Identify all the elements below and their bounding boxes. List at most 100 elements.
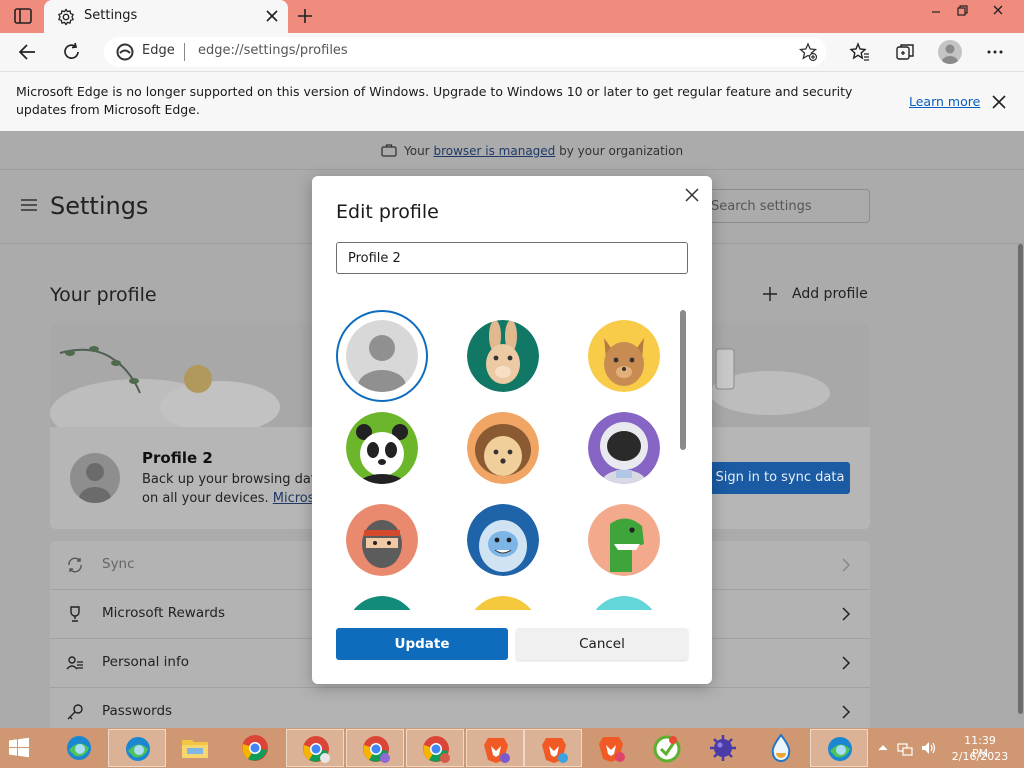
ninja-avatar[interactable] [346,504,418,576]
cat-icon [588,320,660,392]
chrome-icon [242,735,268,761]
favorites-icon[interactable] [849,41,871,63]
taskbar-chrome-profile-a[interactable] [286,729,344,767]
brave-lion-icon [599,737,625,762]
person-icon [79,463,111,503]
back-arrow-icon[interactable] [17,41,39,63]
window-close-icon[interactable] [984,2,1012,20]
dinosaur-icon [588,504,660,576]
chevron-right-icon [842,607,851,621]
add-favorite-icon[interactable] [798,42,818,62]
taskbar-edge-window[interactable] [810,729,868,767]
avatar-scrollbar[interactable] [680,310,686,450]
managed-text: Your browser is managed by your organiza… [404,144,683,158]
restore-icon[interactable] [948,2,976,20]
plus-icon[interactable] [296,7,314,25]
cat-avatar[interactable] [588,320,660,392]
partial-avatar-teal[interactable] [346,596,418,610]
title-bar: Settings [0,0,1024,33]
profile-desc-line1: Back up your browsing data [142,472,324,487]
collections-icon[interactable] [894,41,916,63]
learn-more-link[interactable]: Learn more [909,94,980,109]
chrome-icon [303,736,330,763]
taskbar-edge[interactable] [50,729,108,767]
hedgehog-avatar[interactable] [467,412,539,484]
more-options-icon[interactable] [984,41,1006,63]
partial-avatar-yellow[interactable] [467,596,539,610]
clock-date[interactable]: 2/16/2023 [950,750,1010,763]
gear-icon [58,8,74,26]
close-icon[interactable] [684,187,700,203]
partial-avatar-cyan[interactable] [588,596,660,610]
panda-avatar[interactable] [346,412,418,484]
folder-icon [182,740,208,758]
sync-icon [68,557,82,573]
person-card-icon [66,656,83,670]
plus-icon[interactable] [762,286,778,302]
profile-avatar[interactable] [938,40,962,64]
taskbar-brave-a[interactable] [466,729,524,767]
key-icon [67,704,83,720]
default-person-icon [346,320,418,392]
taskbar-brave-c[interactable] [582,729,640,767]
list-item-label: Personal info [102,654,189,670]
windows-start-icon[interactable] [8,737,30,759]
refresh-icon[interactable] [61,41,83,63]
search-settings-input[interactable]: Search settings [700,189,870,223]
astronaut-icon [588,412,660,484]
rabbit-avatar[interactable] [467,320,539,392]
avatar-grid [312,302,712,610]
profile-name-input[interactable] [336,242,688,274]
taskbar-app-drop[interactable] [752,729,810,767]
menu-icon[interactable] [20,198,38,212]
page-scrollbar[interactable] [1016,244,1024,728]
page-title: Settings [50,192,149,220]
close-icon[interactable] [991,94,1007,110]
update-button[interactable]: Update [336,628,508,660]
taskbar-app-green[interactable] [638,729,696,767]
profile-name: Profile 2 [142,449,213,467]
hedgehog-icon [467,412,539,484]
volume-icon[interactable] [920,740,936,756]
list-item-label: Passwords [102,703,173,719]
page-scroll-thumb[interactable] [1018,244,1023,714]
managed-prefix: Your [404,144,430,158]
taskbar-app-purple[interactable] [694,729,752,767]
edge-icon [126,737,150,761]
taskbar-file-explorer[interactable] [166,729,224,767]
tab-settings[interactable]: Settings [44,0,288,33]
address-bar[interactable]: Edge edge://settings/profiles [104,37,826,67]
taskbar-edge-active[interactable] [108,729,166,767]
sidebar-toggle-icon[interactable] [14,8,32,24]
add-profile-button[interactable]: Add profile [792,286,868,302]
brave-lion-icon [484,738,510,763]
chevron-right-icon [842,558,851,572]
cancel-button[interactable]: Cancel [516,628,688,660]
brave-lion-icon [542,738,568,763]
sign-in-sync-button[interactable]: Sign in to sync data [710,462,850,494]
browser-managed-link[interactable]: browser is managed [433,144,555,158]
trophy-icon [70,606,80,622]
taskbar-chrome-profile-c[interactable] [406,729,464,767]
taskbar-chrome[interactable] [226,729,284,767]
taskbar-chrome-profile-b[interactable] [346,729,404,767]
taskbar-brave-b[interactable] [524,729,582,767]
yeti-avatar[interactable] [467,504,539,576]
ninja-icon [346,504,418,576]
green-app-icon [653,735,681,763]
chrome-icon [423,736,450,763]
minimize-icon[interactable] [922,2,950,20]
dinosaur-avatar[interactable] [588,504,660,576]
panda-icon [346,412,418,484]
astronaut-avatar[interactable] [588,412,660,484]
unsupported-notice-bar: Microsoft Edge is no longer supported on… [0,71,1024,131]
address-url[interactable]: edge://settings/profiles [198,43,348,58]
notice-text: Microsoft Edge is no longer supported on… [16,84,853,117]
profile-avatar-icon [942,44,958,64]
close-icon[interactable] [264,8,280,24]
chevron-up-icon[interactable] [875,740,891,756]
network-icon[interactable] [897,740,913,756]
search-placeholder: Search settings [711,199,812,214]
managed-banner: Your browser is managed by your organiza… [0,131,1024,169]
default-avatar[interactable] [346,320,418,392]
